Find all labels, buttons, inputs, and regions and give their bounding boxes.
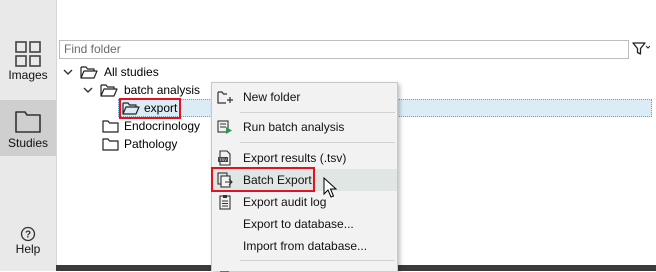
tree-item-label: All studies — [104, 65, 159, 79]
left-rail: Images Studies ? Help — [0, 0, 57, 271]
menu-item-label: Export audit log — [243, 195, 327, 209]
rail-studies-label: Studies — [7, 136, 49, 150]
menu-item-run-batch-analysis[interactable]: Run batch analysis — [212, 116, 397, 138]
rail-help-button[interactable]: ? Help — [0, 226, 56, 266]
run-batch-icon — [217, 119, 233, 135]
tree-item-label: Pathology — [124, 137, 178, 151]
menu-separator — [240, 112, 395, 113]
menu-separator — [240, 260, 395, 261]
audit-log-icon — [217, 194, 233, 210]
tree-item-pathology[interactable]: Pathology — [101, 135, 221, 153]
menu-item-label: Run batch analysis — [243, 120, 345, 134]
mouse-cursor — [323, 176, 338, 202]
folder-icon — [0, 106, 56, 136]
svg-text:?: ? — [25, 230, 31, 241]
rail-images-button[interactable]: Images — [0, 40, 56, 96]
menu-item-new-folder[interactable]: New folder — [212, 86, 397, 108]
tree-item-all-studies[interactable]: All studies — [62, 63, 262, 81]
help-circle-icon: ? — [0, 226, 56, 242]
export-tsv-icon: TSV — [217, 150, 233, 166]
new-folder-icon — [217, 89, 233, 105]
chevron-down-icon[interactable] — [82, 81, 94, 99]
rail-studies-button[interactable]: Studies — [0, 100, 56, 156]
export-highlight-box — [119, 98, 181, 119]
grid-icon — [0, 40, 56, 68]
svg-text:TSV: TSV — [219, 157, 227, 162]
tree-item-label: Endocrinology — [124, 119, 201, 133]
chevron-down-icon[interactable] — [62, 63, 74, 81]
filter-icon — [632, 42, 651, 60]
batch-export-highlight-box — [211, 167, 315, 192]
menu-item-label: Import from database... — [243, 239, 368, 253]
tree-item-label: batch analysis — [124, 83, 201, 97]
menu-item-import-from-database[interactable]: Import from database... — [212, 235, 397, 257]
menu-item-export-results-tsv[interactable]: TSV Export results (.tsv) — [212, 147, 397, 169]
rail-images-label: Images — [8, 68, 48, 82]
tree-item-endocrinology[interactable]: Endocrinology — [101, 117, 221, 135]
filter-button[interactable] — [632, 41, 651, 60]
menu-separator — [240, 142, 395, 143]
find-folder-input[interactable] — [60, 41, 628, 56]
menu-item-export-audit-log[interactable]: Export audit log — [212, 191, 397, 213]
menu-item-label: Export to database... — [243, 217, 354, 231]
menu-item-label: Export results (.tsv) — [243, 151, 347, 165]
menu-item-label: New folder — [243, 90, 301, 104]
menu-item-export-to-database[interactable]: Export to database... — [212, 213, 397, 235]
folder-icon — [102, 137, 120, 156]
folder-open-icon — [100, 83, 118, 102]
partial-icon — [217, 266, 233, 272]
find-folder-box — [59, 40, 629, 59]
rail-help-label: Help — [15, 242, 41, 256]
